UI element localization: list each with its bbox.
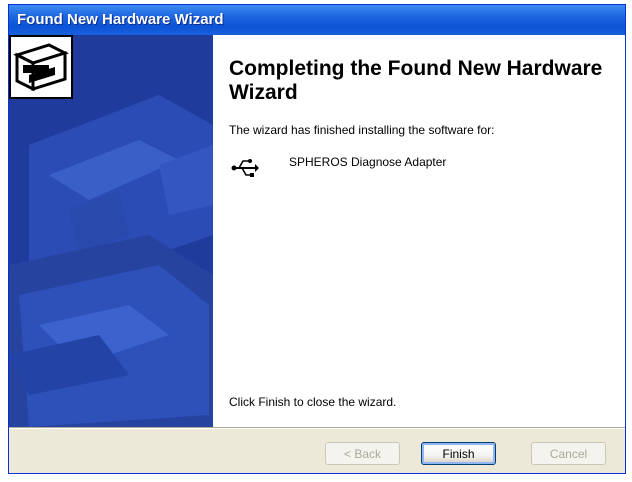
wizard-side-banner: [9, 35, 213, 427]
finish-button[interactable]: Finish: [421, 442, 496, 465]
hardware-wizard-icon: [9, 35, 73, 99]
device-name: SPHEROS Diagnose Adapter: [289, 155, 447, 169]
title-bar[interactable]: Found New Hardware Wizard: [9, 5, 625, 35]
wizard-content: Completing the Found New Hardware Wizard…: [9, 35, 625, 427]
intro-text: The wizard has finished installing the s…: [229, 123, 495, 137]
wizard-window: Found New Hardware Wizard Completing the…: [8, 4, 626, 474]
back-button[interactable]: < Back: [325, 442, 400, 465]
finish-instructions: Click Finish to close the wizard.: [229, 395, 397, 409]
usb-icon: [231, 159, 259, 177]
button-divider: [9, 427, 625, 429]
page-heading: Completing the Found New Hardware Wizard: [229, 57, 603, 104]
window-title: Found New Hardware Wizard: [17, 11, 224, 28]
cancel-button[interactable]: Cancel: [531, 442, 606, 465]
device-entry: SPHEROS Diagnose Adapter: [231, 153, 591, 185]
